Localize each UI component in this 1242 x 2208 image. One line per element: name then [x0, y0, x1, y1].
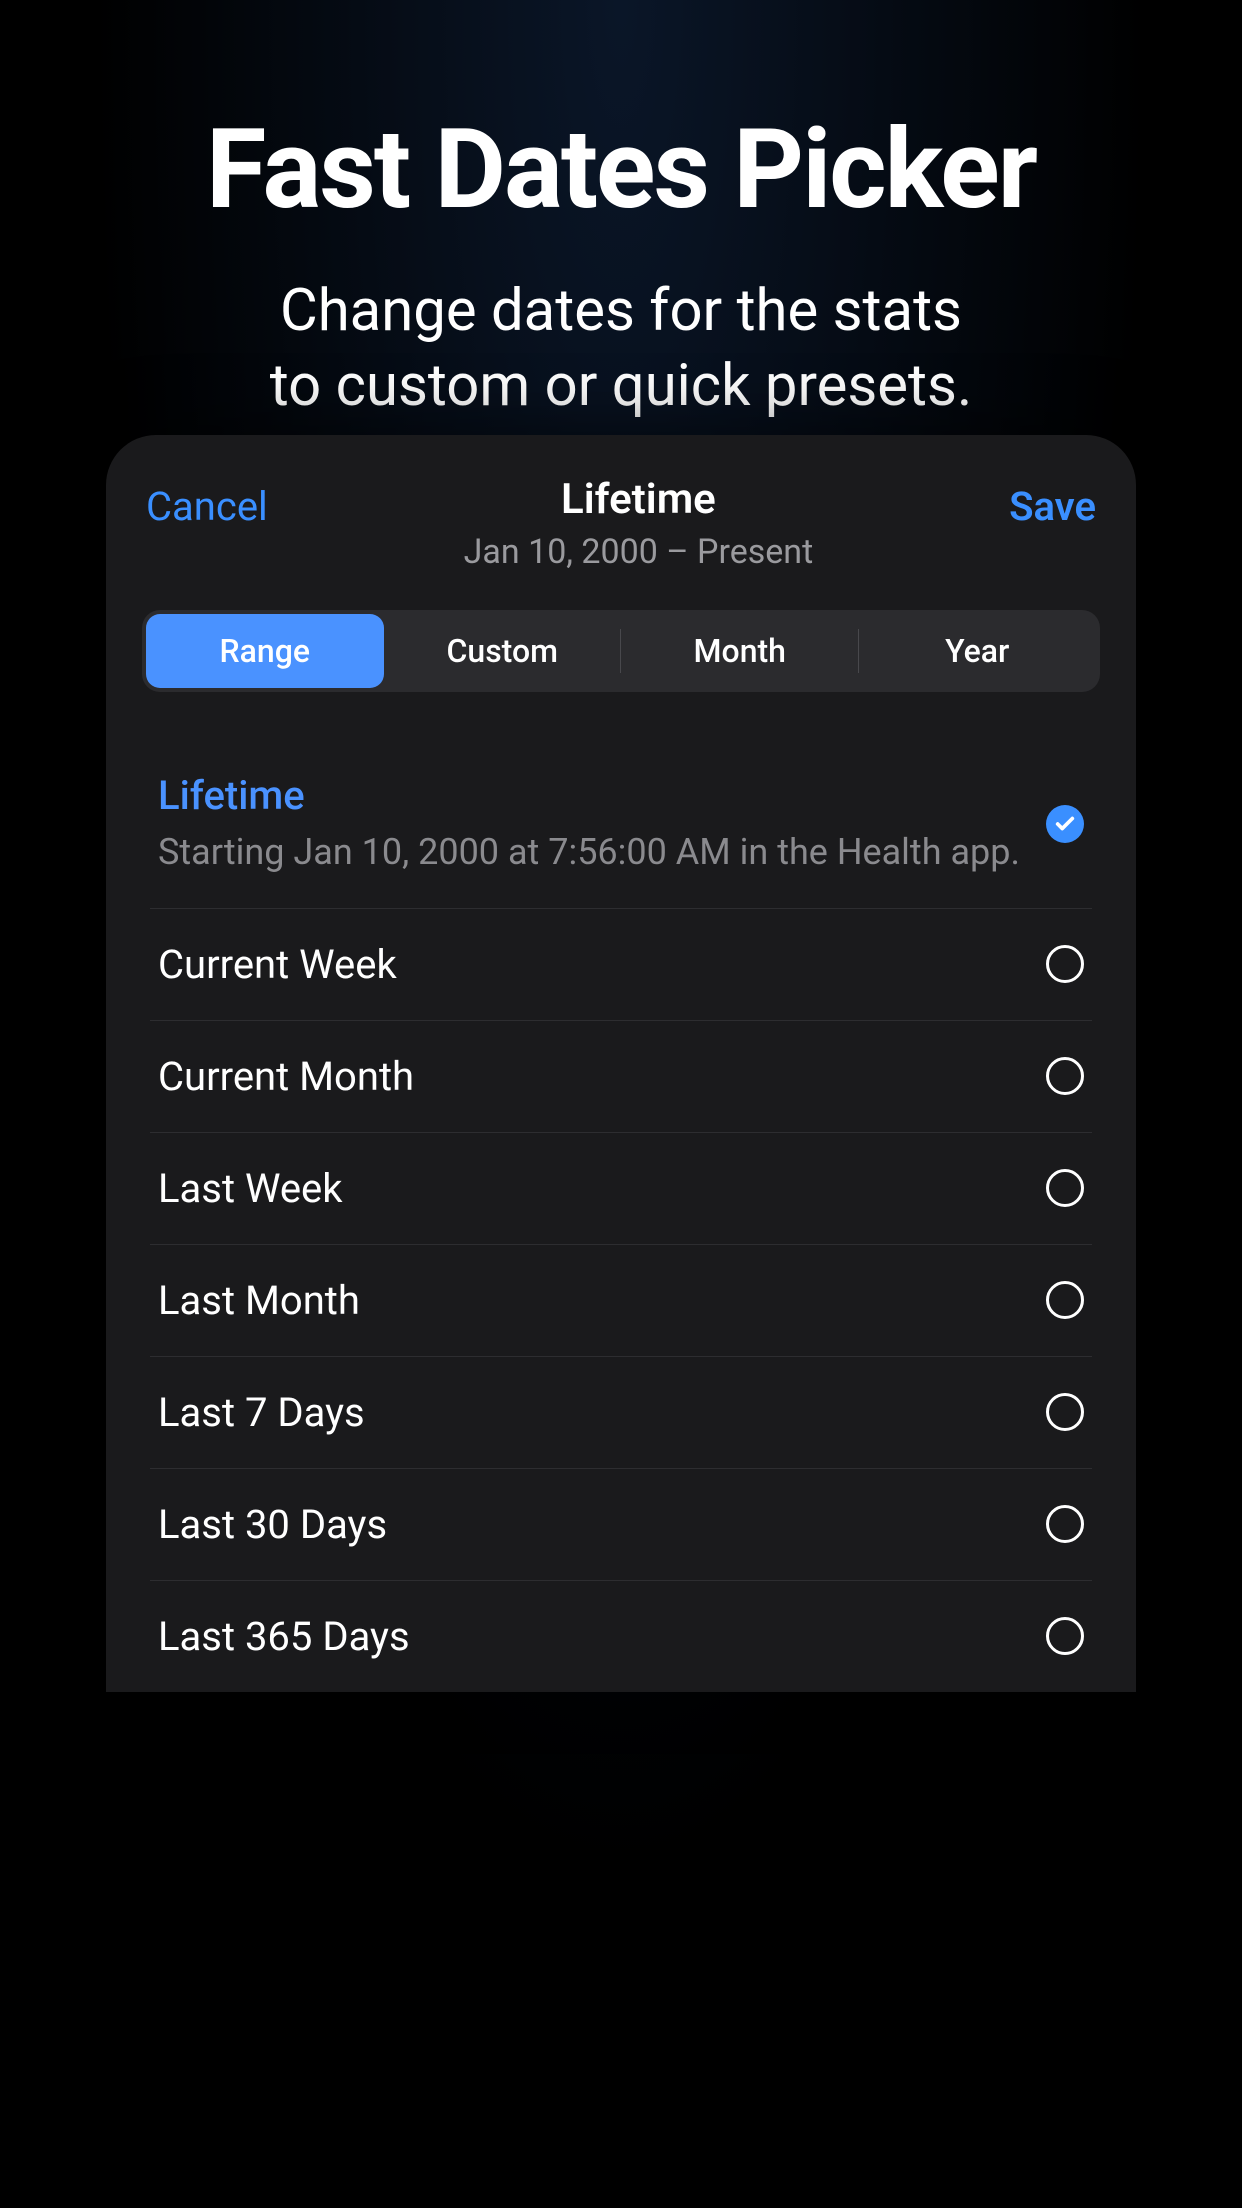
option-current-month[interactable]: Current Month — [150, 1021, 1092, 1133]
radio-unchecked-icon — [1046, 1617, 1084, 1655]
option-text: Last Week — [158, 1165, 1046, 1212]
option-text: Current Week — [158, 941, 1046, 988]
option-label: Last Month — [158, 1277, 1046, 1324]
option-last-week[interactable]: Last Week — [150, 1133, 1092, 1245]
radio-checked-icon — [1046, 805, 1084, 843]
option-label: Last 30 Days — [158, 1501, 1046, 1548]
options-list: Lifetime Starting Jan 10, 2000 at 7:56:0… — [136, 740, 1106, 1692]
radio-unchecked-icon — [1046, 1281, 1084, 1319]
option-label: Last Week — [158, 1165, 1046, 1212]
option-text: Last 365 Days — [158, 1613, 1046, 1660]
segment-year[interactable]: Year — [859, 614, 1097, 688]
radio-unchecked-icon — [1046, 945, 1084, 983]
sheet-header-center: Lifetime Jan 10, 2000 – Present — [268, 475, 1009, 572]
hero-subtitle: Change dates for the stats to custom or … — [0, 274, 1242, 425]
option-label: Last 365 Days — [158, 1613, 1046, 1660]
segment-month[interactable]: Month — [621, 614, 859, 688]
option-label: Lifetime — [158, 772, 1046, 819]
cancel-button[interactable]: Cancel — [146, 475, 268, 530]
save-button[interactable]: Save — [1009, 475, 1096, 530]
radio-unchecked-icon — [1046, 1505, 1084, 1543]
date-picker-sheet: Cancel Lifetime Jan 10, 2000 – Present S… — [106, 435, 1136, 1692]
option-last-30-days[interactable]: Last 30 Days — [150, 1469, 1092, 1581]
sheet-header: Cancel Lifetime Jan 10, 2000 – Present S… — [136, 475, 1106, 610]
option-detail: Starting Jan 10, 2000 at 7:56:00 AM in t… — [158, 829, 1046, 876]
segment-range[interactable]: Range — [146, 614, 384, 688]
option-label: Current Month — [158, 1053, 1046, 1100]
option-text: Last Month — [158, 1277, 1046, 1324]
option-current-week[interactable]: Current Week — [150, 909, 1092, 1021]
radio-unchecked-icon — [1046, 1169, 1084, 1207]
option-last-365-days[interactable]: Last 365 Days — [150, 1581, 1092, 1692]
segment-custom[interactable]: Custom — [384, 614, 622, 688]
radio-unchecked-icon — [1046, 1393, 1084, 1431]
hero-title: Fast Dates Picker — [0, 105, 1242, 234]
option-text: Lifetime Starting Jan 10, 2000 at 7:56:0… — [158, 772, 1046, 876]
option-label: Current Week — [158, 941, 1046, 988]
sheet-subtitle: Jan 10, 2000 – Present — [268, 532, 1009, 572]
option-text: Last 7 Days — [158, 1389, 1046, 1436]
option-text: Last 30 Days — [158, 1501, 1046, 1548]
segmented-control: Range Custom Month Year — [142, 610, 1100, 692]
hero-section: Fast Dates Picker Change dates for the s… — [0, 0, 1242, 425]
sheet-title: Lifetime — [268, 475, 1009, 524]
option-last-month[interactable]: Last Month — [150, 1245, 1092, 1357]
option-label: Last 7 Days — [158, 1389, 1046, 1436]
option-lifetime[interactable]: Lifetime Starting Jan 10, 2000 at 7:56:0… — [150, 740, 1092, 909]
option-text: Current Month — [158, 1053, 1046, 1100]
radio-unchecked-icon — [1046, 1057, 1084, 1095]
option-last-7-days[interactable]: Last 7 Days — [150, 1357, 1092, 1469]
